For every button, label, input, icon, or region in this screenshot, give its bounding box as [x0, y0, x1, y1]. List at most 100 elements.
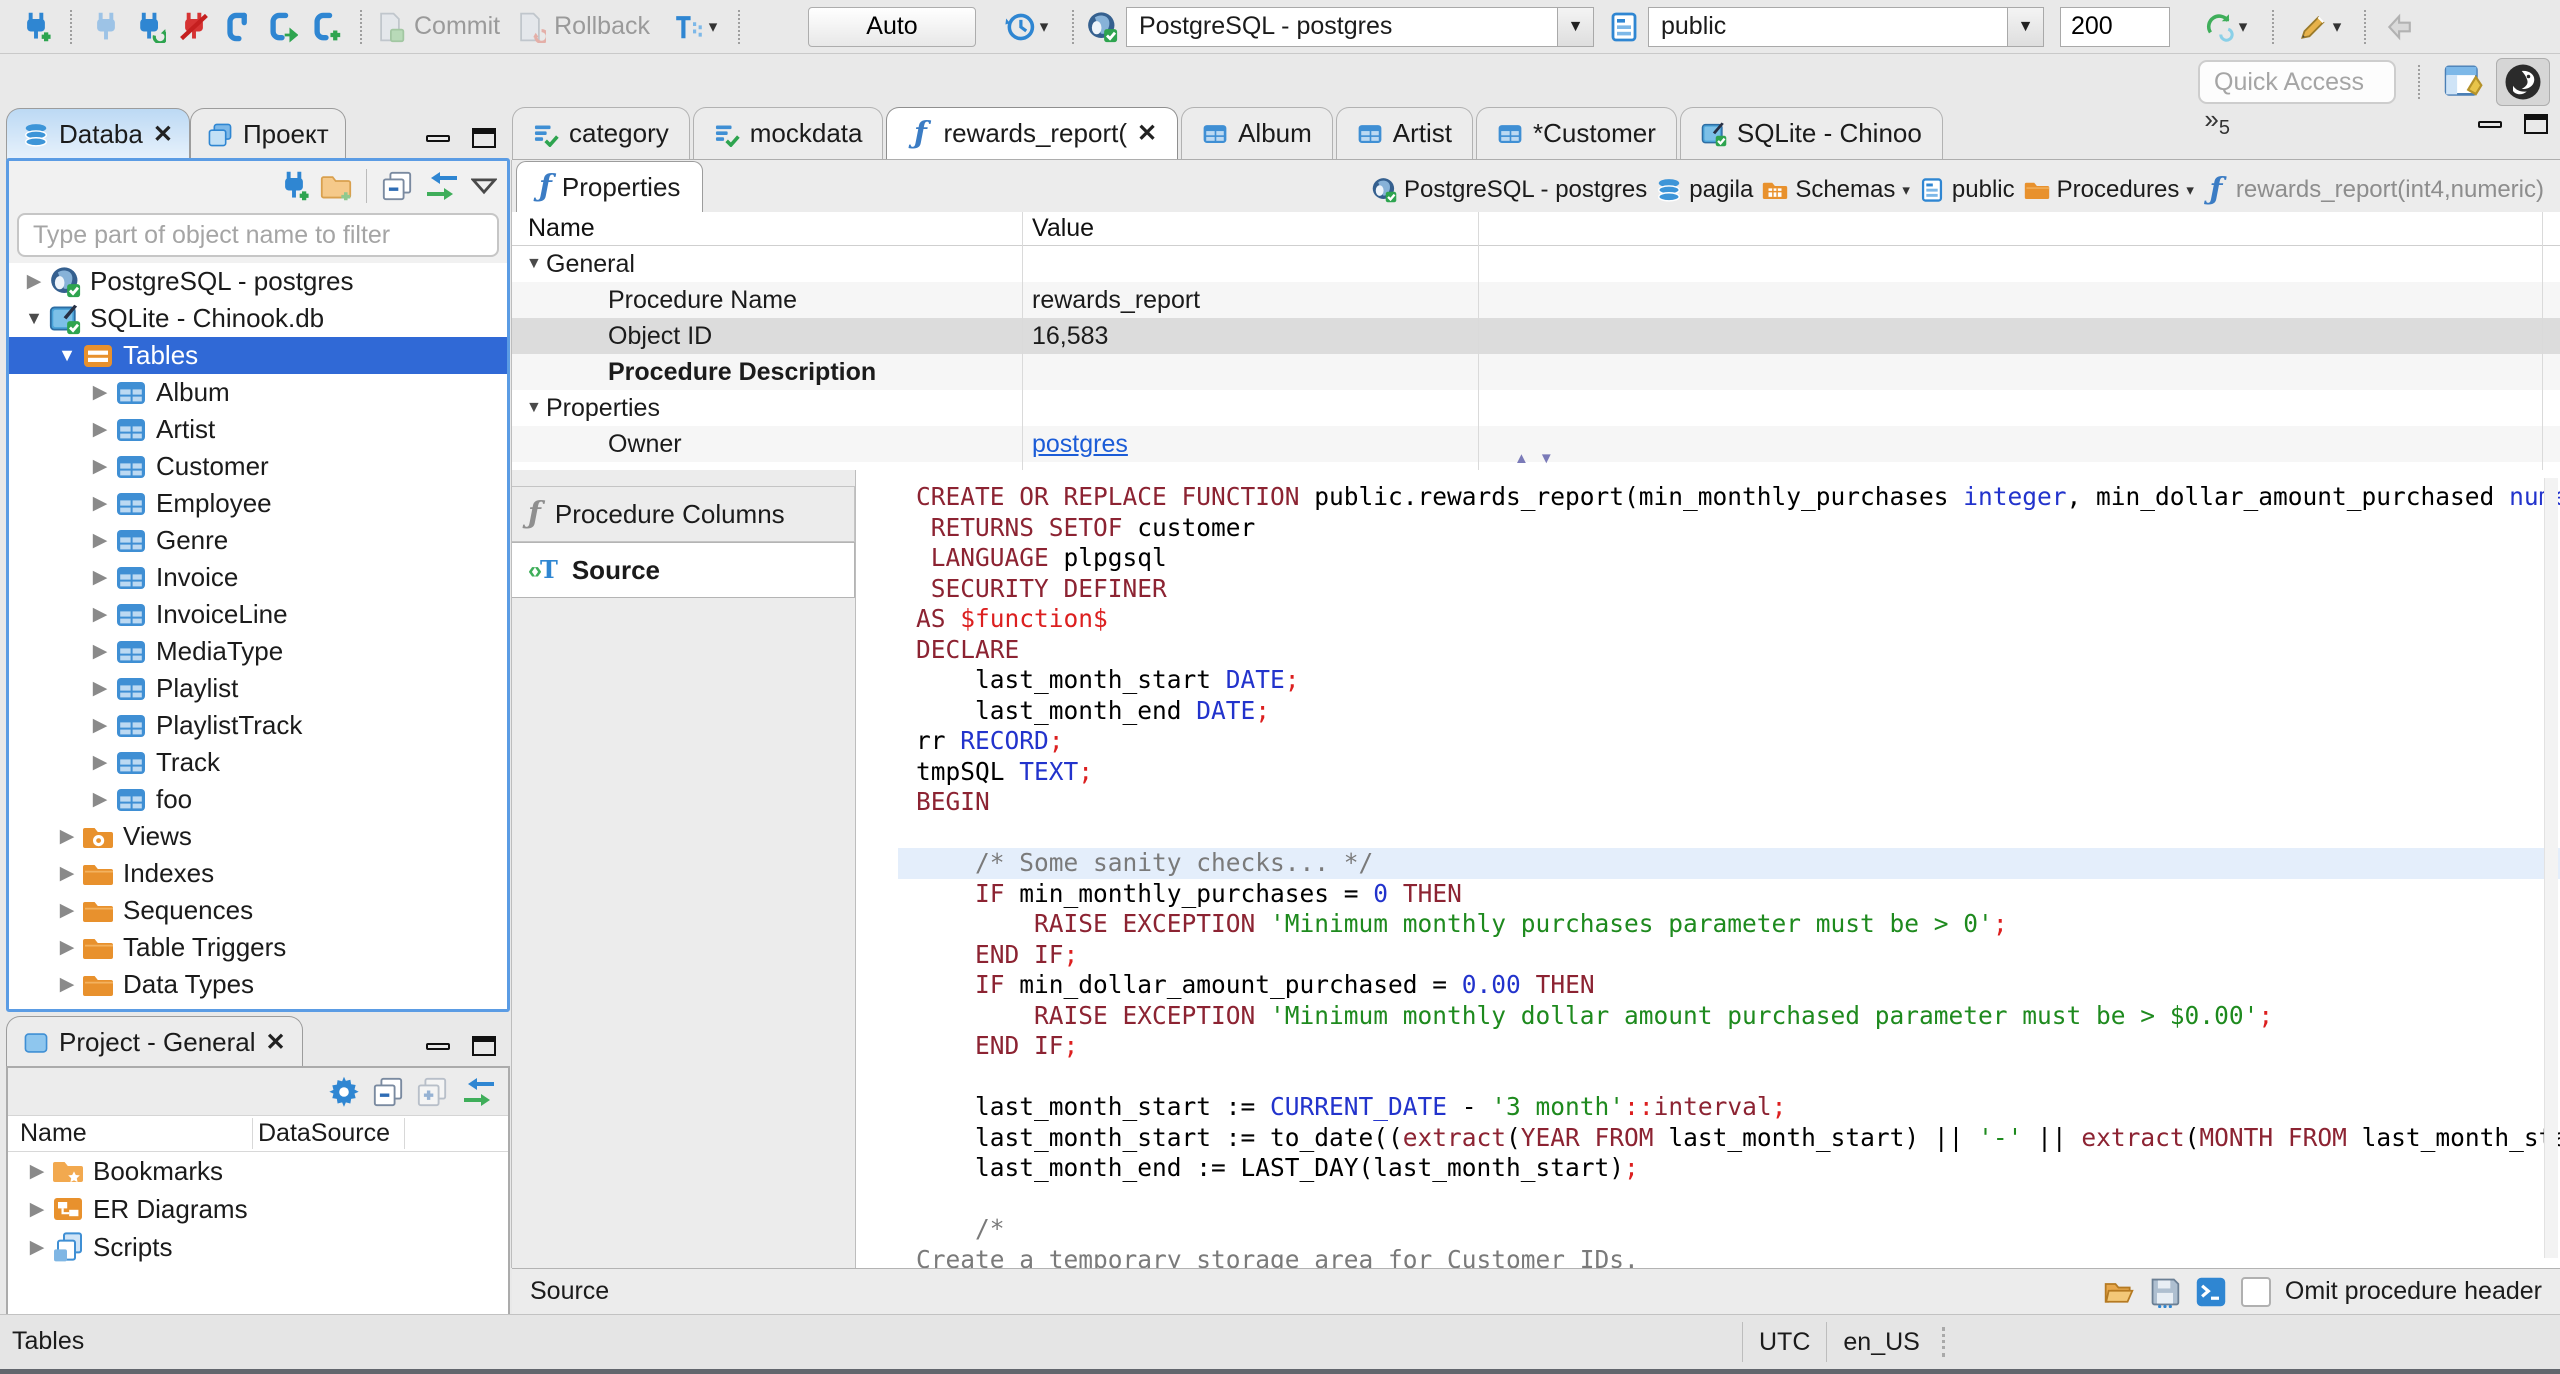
tree-item-playlist[interactable]: ▶ Playlist [9, 670, 507, 707]
gear-icon[interactable] [328, 1076, 360, 1108]
expander-icon[interactable]: ▶ [85, 529, 115, 552]
subtab-source[interactable]: ‹›T Source [512, 542, 855, 598]
auto-sync-button[interactable]: ▾ [2190, 5, 2260, 49]
expander-icon[interactable]: ▶ [52, 862, 82, 885]
column-divider[interactable] [1478, 212, 1479, 470]
dbeaver-perspective-button[interactable] [2496, 58, 2550, 106]
tab-database-navigator[interactable]: Databa ✕ [6, 108, 190, 160]
drag-grip-icon[interactable] [1941, 1327, 1945, 1357]
navigator-filter-input[interactable] [17, 213, 499, 257]
expander-icon[interactable]: ▶ [85, 677, 115, 700]
project-item-er-diagrams[interactable]: ▶ ER Diagrams [8, 1190, 508, 1228]
breadcrumb-item-postgresql-postgres[interactable]: PostgreSQL - postgres [1371, 176, 1647, 204]
dropdown-caret-icon[interactable]: ▾ [2186, 181, 2194, 199]
editor-tab-sqlite-chinoo[interactable]: SQLite - Chinoo [1679, 107, 1943, 159]
expander-icon[interactable]: ▶ [22, 1236, 52, 1259]
expander-icon[interactable]: ▼ [19, 308, 49, 329]
close-icon[interactable]: ✕ [266, 1028, 286, 1057]
property-row-properties[interactable]: ▼ Properties [512, 390, 2560, 426]
subtab-procedure-columns[interactable]: ƒ Procedure Columns [512, 486, 855, 542]
source-editor[interactable]: CREATE OR REPLACE FUNCTION public.reward… [856, 470, 2560, 1268]
tree-item-genre[interactable]: ▶ Genre [9, 522, 507, 559]
tab-project-general[interactable]: Project - General ✕ [6, 1016, 303, 1068]
expander-icon[interactable]: ▶ [52, 973, 82, 996]
tree-item-invoiceline[interactable]: ▶ InvoiceLine [9, 596, 507, 633]
new-connection-icon[interactable] [278, 170, 310, 202]
column-header-datasource[interactable]: DataSource [252, 1119, 390, 1148]
breadcrumb-item-pagila[interactable]: pagila [1656, 176, 1753, 204]
group-expander-icon[interactable]: ▼ [526, 255, 546, 273]
expander-icon[interactable]: ▶ [85, 640, 115, 663]
tree-item-employee[interactable]: ▶ Employee [9, 485, 507, 522]
expander-icon[interactable]: ▶ [85, 603, 115, 626]
dropdown-caret-icon[interactable]: ▾ [1902, 181, 1910, 199]
breadcrumb-item-public[interactable]: public [1919, 176, 2015, 204]
editor-tab-category[interactable]: category [512, 107, 690, 159]
tree-item-indexes[interactable]: ▶ Indexes [9, 855, 507, 892]
editor-tab-mockdata[interactable]: mockdata [692, 107, 884, 159]
expander-icon[interactable]: ▶ [52, 825, 82, 848]
column-header-name[interactable]: Name [8, 1119, 252, 1148]
tab-properties[interactable]: ƒ Properties [516, 161, 704, 212]
new-sql-editor-button[interactable] [260, 5, 304, 49]
expander-icon[interactable]: ▶ [85, 492, 115, 515]
project-item-scripts[interactable]: ▶ Scripts [8, 1228, 508, 1266]
breadcrumb-item-schemas[interactable]: Schemas ▾ [1762, 176, 1910, 204]
property-row-general[interactable]: ▼ General [512, 246, 2560, 282]
expander-icon[interactable]: ▶ [85, 381, 115, 404]
quick-access-input[interactable] [2198, 60, 2396, 104]
expander-icon[interactable]: ▶ [52, 899, 82, 922]
commit-mode-button[interactable]: Auto [807, 6, 976, 47]
property-value-link[interactable]: postgres [1032, 430, 1128, 459]
status-timezone[interactable]: UTC [1743, 1328, 1826, 1357]
link-editor-icon[interactable] [460, 1076, 498, 1108]
tab-projects[interactable]: Проект [189, 108, 346, 160]
breadcrumb-item-rewards-report-int4-numeric[interactable]: ƒ rewards_report(int4,numeric) [2203, 175, 2544, 205]
expander-icon[interactable]: ▶ [85, 788, 115, 811]
editor-tab-rewards-report[interactable]: ƒ rewards_report(✕ [886, 107, 1179, 159]
property-row-procedure-name[interactable]: Procedure Name rewards_report [512, 282, 2560, 318]
new-connection-button[interactable] [14, 5, 58, 49]
tree-item-foo[interactable]: ▶ foo [9, 781, 507, 818]
txn-log-button[interactable]: ▾ [992, 5, 1060, 49]
expander-icon[interactable]: ▶ [22, 1160, 52, 1183]
project-item-bookmarks[interactable]: ▶ Bookmarks [8, 1152, 508, 1190]
property-row-object-id[interactable]: Object ID 16,583 [512, 318, 2560, 354]
expander-icon[interactable]: ▶ [85, 566, 115, 589]
connection-selector[interactable]: PostgreSQL - postgres ▼ [1125, 6, 1594, 47]
commit-button[interactable]: Commit [374, 11, 500, 43]
rollback-button[interactable]: Rollback [514, 11, 650, 43]
database-navigator-tree[interactable]: ▶ PostgreSQL - postgres ▼ SQLite - Chinook.… [9, 263, 507, 1009]
expander-icon[interactable]: ▶ [85, 418, 115, 441]
tree-item-mediatype[interactable]: ▶ MediaType [9, 633, 507, 670]
sash-toggle-icon[interactable]: ▲▼ [1514, 450, 1564, 467]
tree-item-track[interactable]: ▶ Track [9, 744, 507, 781]
tree-item-invoice[interactable]: ▶ Invoice [9, 559, 507, 596]
reconnect-button[interactable] [128, 5, 172, 49]
expander-icon[interactable]: ▶ [85, 751, 115, 774]
tree-item-data-types[interactable]: ▶ Data Types [9, 966, 507, 1003]
tree-item-artist[interactable]: ▶ Artist [9, 411, 507, 448]
tree-item-views[interactable]: ▶ Views [9, 818, 507, 855]
combo-arrow-icon[interactable]: ▼ [2006, 7, 2043, 46]
tree-item-customer[interactable]: ▶ Customer [9, 448, 507, 485]
tree-item-album[interactable]: ▶ Album [9, 374, 507, 411]
new-folder-icon[interactable] [320, 170, 352, 202]
column-header-name[interactable]: Name [512, 212, 1022, 245]
panel-divider[interactable] [511, 160, 512, 1268]
editor-tab-artist[interactable]: Artist [1335, 107, 1474, 159]
status-locale[interactable]: en_US [1827, 1328, 1935, 1357]
group-expander-icon[interactable]: ▼ [526, 399, 546, 417]
expander-icon[interactable]: ▶ [52, 936, 82, 959]
project-tree[interactable]: ▶ Bookmarks ▶ ER Diagrams ▶ Scripts [8, 1152, 508, 1266]
column-divider[interactable] [404, 1118, 405, 1149]
tree-item-tables[interactable]: ▼ Tables [9, 337, 507, 374]
column-header-value[interactable]: Value [1022, 212, 1094, 245]
collapse-all-icon[interactable] [381, 170, 413, 202]
tree-item-table-triggers[interactable]: ▶ Table Triggers [9, 929, 507, 966]
breadcrumb-item-procedures[interactable]: Procedures ▾ [2024, 176, 2194, 204]
minimize-icon[interactable] [426, 134, 450, 142]
expander-icon[interactable]: ▶ [85, 455, 115, 478]
scrollbar[interactable] [2544, 478, 2558, 1258]
tree-item-sqlite-chinook-db[interactable]: ▼ SQLite - Chinook.db [9, 300, 507, 337]
